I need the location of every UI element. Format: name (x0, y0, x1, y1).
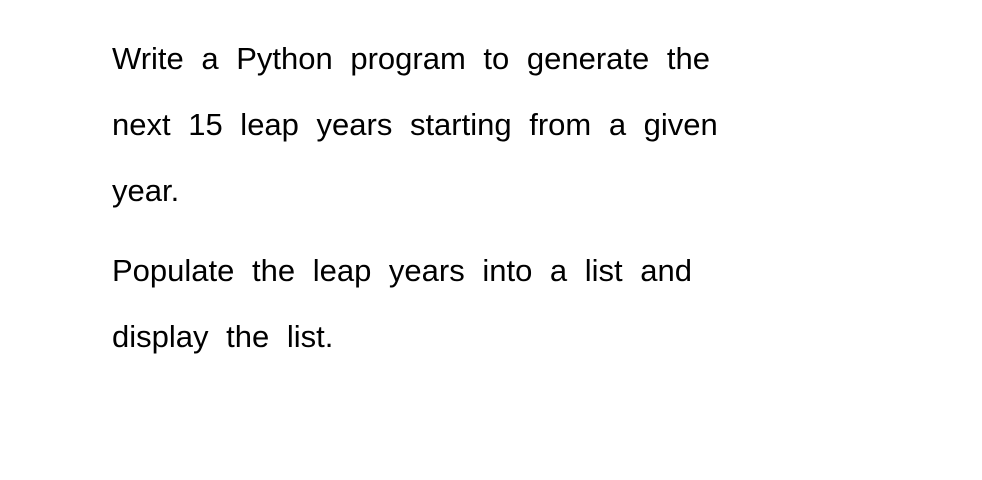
paragraph-line: next 15 leap years starting from a given (112, 107, 718, 142)
task-instruction-paragraph: Write a Python program to generate the n… (112, 26, 852, 224)
paragraph-line: Populate the leap years into a list and (112, 253, 693, 288)
paragraph-line: display the list. (112, 319, 334, 354)
paragraph-line: Write a Python program to generate the (112, 41, 710, 76)
list-instruction-paragraph: Populate the leap years into a list and … (112, 238, 852, 370)
document-body: Write a Python program to generate the n… (112, 26, 852, 370)
paragraph-line: year. (112, 173, 180, 208)
